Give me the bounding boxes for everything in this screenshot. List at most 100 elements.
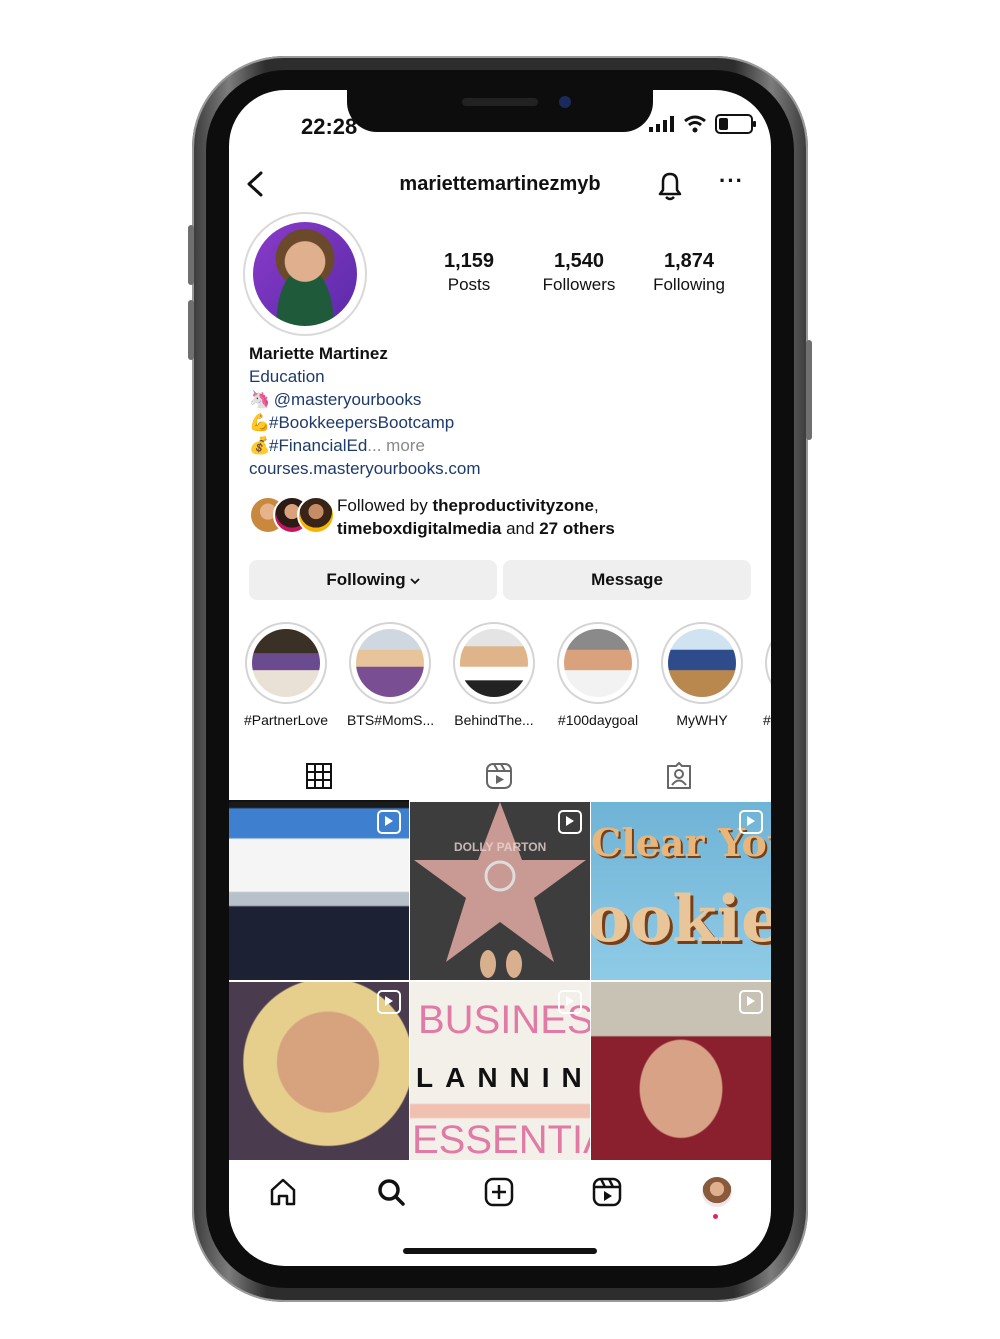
highlight-partnerlove[interactable]: #PartnerLove (243, 622, 329, 728)
bottom-nav (229, 1162, 771, 1222)
mutual-user-1[interactable]: theproductivityzone (432, 496, 594, 515)
post-thumbnail[interactable]: BUSINESS LANNIN ESSENTIAL (410, 982, 590, 1160)
tab-tagged[interactable] (589, 750, 769, 802)
following-button-label: Following (326, 570, 406, 589)
screen: 22:28 mariettemartinezmyb ··· 1,159 Post… (229, 90, 771, 1266)
highlight-label: BehindThe... (454, 712, 534, 728)
hashtag-link[interactable]: #FinancialEd (269, 436, 367, 455)
tab-grid[interactable] (229, 750, 409, 802)
bio-line-3: 💰#FinancialEd... more (249, 434, 749, 457)
category-label: Education (249, 367, 325, 386)
highlight-cover (668, 629, 736, 697)
followed-by[interactable]: Followed by theproductivityzone, timebox… (249, 494, 759, 540)
chevron-down-icon (410, 570, 420, 590)
highlight-label: BTS#MomS... (347, 712, 433, 728)
grid-icon (306, 763, 332, 789)
planning-text: LANNIN (416, 1062, 590, 1093)
highlight-label: #w (763, 712, 771, 728)
cookie-word-text: ookie (591, 882, 771, 957)
bio-line-2: 💪#BookkeepersBootcamp (249, 411, 749, 434)
reel-badge-icon (558, 810, 582, 834)
tab-reels[interactable] (409, 750, 589, 802)
posts-stat[interactable]: 1,159 Posts (419, 250, 519, 295)
following-button[interactable]: Following (249, 560, 497, 600)
mutual-avatar (297, 496, 335, 534)
money-bag-icon: 💰 (249, 436, 271, 455)
mention-link[interactable]: @masteryourbooks (274, 390, 422, 409)
highlight-ring (453, 622, 535, 704)
highlight-mywhy[interactable]: MyWHY (659, 622, 745, 728)
followers-stat[interactable]: 1,540 Followers (529, 250, 629, 295)
hashtag-link[interactable]: #BookkeepersBootcamp (269, 413, 454, 432)
home-icon (270, 1178, 296, 1206)
star-name-text: DOLLY PARTON (454, 840, 547, 854)
speaker (462, 98, 538, 106)
followers-count: 1,540 (553, 250, 605, 272)
status-time: 22:28 (301, 114, 358, 139)
nav-create[interactable] (481, 1174, 517, 1210)
profile-tabs (229, 750, 771, 802)
bio-line-1: 🦄 @masteryourbooks (249, 388, 749, 411)
followed-by-separator: , (593, 496, 599, 515)
reels-icon (592, 1177, 622, 1207)
profile-active-dot (713, 1214, 718, 1219)
reel-badge-icon (377, 990, 401, 1014)
add-post-icon (484, 1177, 514, 1207)
mutual-user-2[interactable]: timeboxdigitalmedia (337, 519, 501, 538)
post-thumbnail[interactable]: Clear Your ookie (591, 802, 771, 980)
highlight-ring (765, 622, 771, 704)
message-button[interactable]: Message (503, 560, 751, 600)
following-stat[interactable]: 1,874 Following (639, 250, 739, 295)
nav-reels[interactable] (589, 1174, 625, 1210)
highlight-100daygoal[interactable]: #100daygoal (555, 622, 641, 728)
mutual-avatars (249, 494, 337, 534)
highlight-ring (661, 622, 743, 704)
highlight-partial[interactable]: #w (763, 622, 771, 728)
posts-label: Posts (447, 275, 491, 294)
more-options-icon[interactable]: ··· (719, 168, 744, 194)
profile-username: mariettemartinezmyb (399, 173, 601, 195)
front-camera (559, 96, 571, 108)
profile-stats: 1,159 Posts 1,540 Followers 1,874 Follow… (419, 250, 739, 295)
highlight-cover (564, 629, 632, 697)
reel-badge-icon (558, 990, 582, 1014)
nav-search[interactable] (373, 1174, 409, 1210)
highlight-cover (252, 629, 320, 697)
post-thumbnail[interactable]: DOLLY PARTON (410, 802, 590, 980)
highlight-label: #PartnerLove (243, 712, 329, 728)
display-name: Mariette Martinez (249, 344, 388, 363)
highlight-bts-moms[interactable]: BTS#MomS... (347, 622, 433, 728)
nav-profile[interactable] (699, 1174, 735, 1210)
profile-avatar[interactable] (243, 212, 367, 336)
website-link[interactable]: courses.masteryourbooks.com (249, 457, 749, 480)
volume-down-button (188, 300, 194, 360)
avatar-photo (253, 222, 357, 326)
post-thumbnail[interactable] (229, 982, 409, 1160)
volume-up-button (188, 225, 194, 285)
followed-by-and: and (501, 519, 540, 538)
posts-count: 1,159 (443, 250, 495, 272)
nav-home[interactable] (265, 1174, 301, 1210)
post-thumbnail[interactable] (591, 982, 771, 1160)
battery-icon (715, 114, 756, 134)
message-button-label: Message (591, 570, 663, 589)
followers-label: Followers (542, 275, 616, 294)
status-icons (649, 114, 756, 134)
highlight-ring (557, 622, 639, 704)
home-indicator (403, 1248, 597, 1254)
highlight-cover (356, 629, 424, 697)
highlight-label: MyWHY (676, 712, 728, 728)
highlight-behindthe[interactable]: BehindThe... (451, 622, 537, 728)
mutual-others[interactable]: 27 others (539, 519, 615, 538)
post-thumbnail[interactable] (229, 802, 409, 980)
tagged-icon (667, 762, 691, 789)
power-button (806, 340, 812, 440)
reel-badge-icon (739, 810, 763, 834)
flexed-biceps-icon: 💪 (249, 413, 271, 432)
signal-icon (649, 116, 674, 132)
reel-badge-icon (377, 810, 401, 834)
bell-icon[interactable] (655, 170, 685, 207)
following-count: 1,874 (663, 250, 715, 272)
more-link[interactable]: ... more (367, 436, 425, 455)
post-grid: DOLLY PARTON Clear Your ookie BUSINESS L… (229, 802, 771, 1160)
